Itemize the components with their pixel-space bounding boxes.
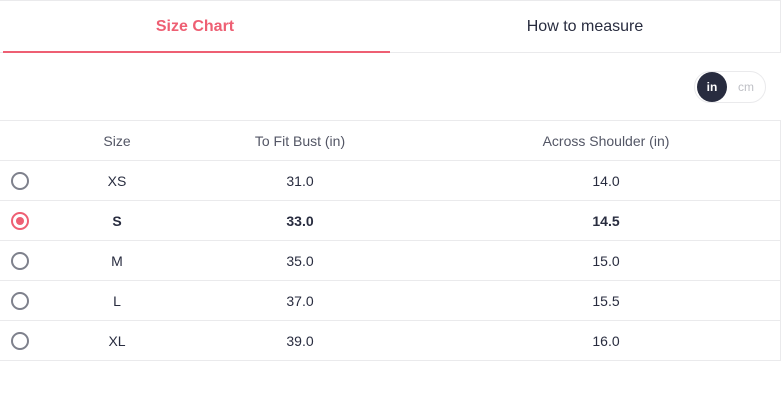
table-row[interactable]: XS 31.0 14.0 bbox=[0, 161, 780, 201]
size-radio[interactable] bbox=[11, 251, 29, 270]
shoulder-cell: 16.0 bbox=[592, 332, 620, 349]
bust-cell: 35.0 bbox=[286, 252, 314, 269]
shoulder-cell: 15.5 bbox=[592, 292, 620, 309]
tab-size-chart-label: Size Chart bbox=[155, 17, 235, 35]
size-chart-panel: Size Chart How to measure in cm Size To … bbox=[0, 0, 782, 401]
size-cell: L bbox=[113, 292, 121, 309]
tab-how-to-measure-label: How to measure bbox=[526, 17, 644, 35]
unit-cm-button[interactable]: cm bbox=[731, 72, 761, 102]
bust-cell: 33.0 bbox=[286, 212, 314, 229]
size-cell: S bbox=[112, 212, 122, 229]
header-shoulder: Across Shoulder (in) bbox=[542, 132, 670, 149]
tab-bar: Size Chart How to measure bbox=[0, 0, 781, 53]
table-header-row: Size To Fit Bust (in) Across Shoulder (i… bbox=[0, 121, 780, 161]
size-cell: XL bbox=[108, 332, 126, 349]
header-bust: To Fit Bust (in) bbox=[254, 132, 346, 149]
size-radio[interactable] bbox=[11, 171, 29, 190]
shoulder-cell: 14.5 bbox=[592, 212, 620, 229]
size-cell: XS bbox=[107, 172, 127, 189]
bust-cell: 39.0 bbox=[286, 332, 314, 349]
unit-toggle[interactable]: in cm bbox=[694, 71, 766, 103]
header-size: Size bbox=[103, 132, 131, 149]
table-row[interactable]: M 35.0 15.0 bbox=[0, 241, 780, 281]
tab-size-chart[interactable]: Size Chart bbox=[0, 1, 390, 53]
table-row[interactable]: L 37.0 15.5 bbox=[0, 281, 780, 321]
unit-in-button[interactable]: in bbox=[697, 72, 727, 102]
size-cell: M bbox=[111, 252, 123, 269]
bust-cell: 37.0 bbox=[286, 292, 314, 309]
size-table: Size To Fit Bust (in) Across Shoulder (i… bbox=[0, 120, 781, 361]
table-row[interactable]: XL 39.0 16.0 bbox=[0, 321, 780, 361]
shoulder-cell: 14.0 bbox=[592, 172, 620, 189]
bust-cell: 31.0 bbox=[286, 172, 314, 189]
size-radio[interactable] bbox=[11, 331, 29, 350]
size-radio-selected[interactable] bbox=[11, 211, 29, 230]
tab-how-to-measure[interactable]: How to measure bbox=[390, 1, 780, 52]
size-radio[interactable] bbox=[11, 291, 29, 310]
shoulder-cell: 15.0 bbox=[592, 252, 620, 269]
table-row[interactable]: S 33.0 14.5 bbox=[0, 201, 780, 241]
